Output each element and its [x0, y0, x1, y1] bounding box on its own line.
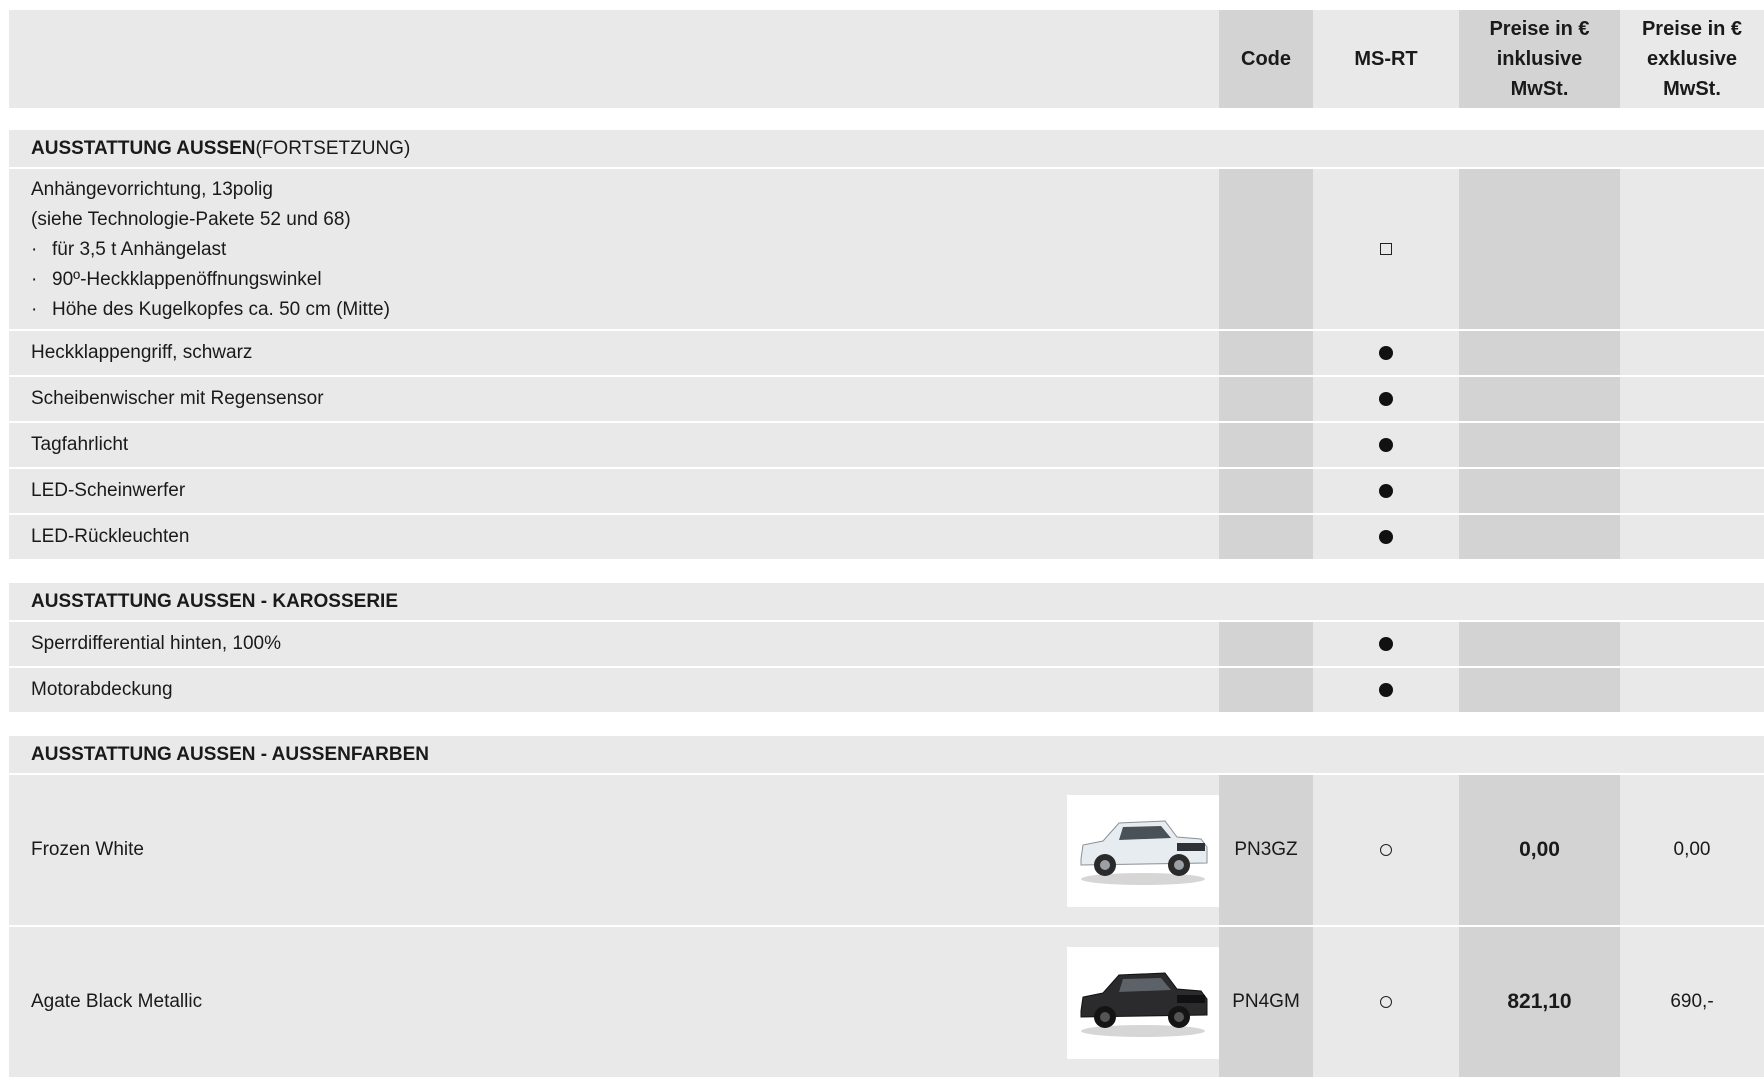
row-label: Tagfahrlicht: [31, 434, 129, 455]
price-inkl-cell: 0,00: [1459, 775, 1620, 925]
price-exkl-cell: 0,00: [1673, 839, 1711, 860]
table-row: Heckklappengriff, schwarz: [9, 331, 1764, 375]
price-exkl-cell: [1620, 331, 1764, 375]
car-image-cell: [1067, 927, 1219, 1077]
header-label-cell: [9, 10, 1219, 108]
price-exkl-cell: [1620, 377, 1764, 421]
section-title-karosserie: AUSSTATTUNG AUSSEN - KAROSSERIE: [9, 583, 1764, 620]
ms-rt-cell: [1313, 668, 1459, 712]
code-cell: [1219, 169, 1313, 329]
ms-rt-cell: [1313, 469, 1459, 513]
price-exkl-cell: [1620, 622, 1764, 666]
table-row: LED-Rückleuchten: [9, 515, 1764, 559]
table-row: Scheibenwischer mit Regensensor: [9, 377, 1764, 421]
price-inkl-cell: 821,10: [1459, 927, 1620, 1077]
row-label-line: Anhängevorrichtung, 13polig: [31, 179, 273, 200]
standard-dot-icon: [1379, 637, 1393, 651]
standard-dot-icon: [1379, 484, 1393, 498]
standard-dot-icon: [1379, 392, 1393, 406]
price-inkl-cell: [1459, 668, 1620, 712]
code-cell: PN3GZ: [1219, 775, 1313, 925]
option-circle-icon: [1380, 844, 1392, 856]
table-row: Tagfahrlicht: [9, 423, 1764, 467]
header-code: Code: [1219, 10, 1313, 108]
color-row-frozen-white: Frozen White PN3GZ 0,00 0,00: [9, 775, 1764, 925]
header-exkl-line1: Preise in €: [1641, 18, 1743, 40]
table-row: LED-Scheinwerfer: [9, 469, 1764, 513]
row-label: LED-Scheinwerfer: [31, 480, 186, 501]
price-inkl-cell: [1459, 622, 1620, 666]
ms-rt-cell: [1313, 622, 1459, 666]
color-name: Agate Black Metallic: [31, 991, 203, 1012]
price-inkl-cell: [1459, 515, 1620, 559]
header-exkl-line2: exklusive: [1646, 48, 1738, 70]
ms-rt-cell: [1313, 515, 1459, 559]
standard-dot-icon: [1379, 683, 1393, 697]
car-thumbnail-icon: [1073, 951, 1213, 1043]
header-inkl-line1: Preise in €: [1489, 18, 1590, 40]
standard-dot-icon: [1379, 530, 1393, 544]
standard-dot-icon: [1379, 438, 1393, 452]
table-header: Code MS-RT Preise in € inklusive MwSt. P…: [9, 10, 1764, 108]
code-cell: [1219, 423, 1313, 467]
price-inkl-cell: [1459, 469, 1620, 513]
code-cell: [1219, 469, 1313, 513]
section-title-bold: AUSSTATTUNG AUSSEN - KAROSSERIE: [31, 590, 399, 612]
code-cell: PN4GM: [1219, 927, 1313, 1077]
price-inkl-cell: [1459, 377, 1620, 421]
price-inkl-cell: [1459, 423, 1620, 467]
row-label: LED-Rückleuchten: [31, 526, 190, 547]
price-exkl-cell: [1620, 668, 1764, 712]
optional-square-icon: [1380, 243, 1392, 255]
table-row: Motorabdeckung: [9, 668, 1764, 712]
code-cell: [1219, 377, 1313, 421]
ms-rt-cell: [1313, 927, 1459, 1077]
bullet-item: 90º-Heckklappenöffnungswinkel: [31, 265, 1219, 295]
header-price-inkl: Preise in € inklusive MwSt.: [1459, 10, 1620, 108]
color-name: Frozen White: [31, 839, 144, 860]
header-exkl-line3: MwSt.: [1663, 78, 1721, 100]
car-thumbnail-icon: [1073, 799, 1213, 891]
row-label: Motorabdeckung: [31, 679, 173, 700]
ms-rt-cell: [1313, 775, 1459, 925]
code-cell: [1219, 668, 1313, 712]
section-title-bold: AUSSTATTUNG AUSSEN - AUSSENFARBEN: [31, 743, 429, 765]
row-label-line: (siehe Technologie-Pakete 52 und 68): [31, 209, 351, 230]
ms-rt-cell: [1313, 331, 1459, 375]
section-title-aussenfarben: AUSSTATTUNG AUSSEN - AUSSENFARBEN: [9, 736, 1764, 773]
code-cell: [1219, 622, 1313, 666]
ms-rt-cell: [1313, 169, 1459, 329]
color-row-agate-black: Agate Black Metallic PN4GM 821,10 690,-: [9, 927, 1764, 1077]
code-cell: [1219, 331, 1313, 375]
row-label: Sperrdifferential hinten, 100%: [31, 633, 281, 654]
header-price-exkl: Preise in € exklusive MwSt.: [1620, 10, 1764, 108]
section-title-suffix: (FORTSETZUNG): [255, 137, 411, 159]
section-title-aussen: AUSSTATTUNG AUSSEN (FORTSETZUNG): [9, 130, 1764, 167]
row-label: Scheibenwischer mit Regensensor: [31, 388, 324, 409]
header-inkl-line2: inklusive: [1496, 48, 1583, 70]
price-exkl-cell: 690,-: [1670, 991, 1714, 1012]
row-label: Heckklappengriff, schwarz: [31, 342, 253, 363]
price-inkl-cell: [1459, 331, 1620, 375]
option-circle-icon: [1380, 996, 1392, 1008]
price-inkl-cell: [1459, 169, 1620, 329]
car-image-cell: [1067, 775, 1219, 925]
standard-dot-icon: [1379, 346, 1393, 360]
code-cell: [1219, 515, 1313, 559]
price-exkl-cell: [1620, 169, 1764, 329]
table-row: Sperrdifferential hinten, 100%: [9, 622, 1764, 666]
row-label: Anhängevorrichtung, 13polig (siehe Techn…: [9, 169, 1219, 329]
ms-rt-cell: [1313, 423, 1459, 467]
price-exkl-cell: [1620, 515, 1764, 559]
header-inkl-line3: MwSt.: [1510, 78, 1569, 100]
price-exkl-cell: [1620, 469, 1764, 513]
price-table: Code MS-RT Preise in € inklusive MwSt. P…: [9, 10, 1764, 1079]
section-title-bold: AUSSTATTUNG AUSSEN: [31, 137, 256, 159]
price-exkl-cell: [1620, 423, 1764, 467]
ms-rt-cell: [1313, 377, 1459, 421]
bullet-item: für 3,5 t Anhängelast: [31, 235, 1219, 265]
table-row-anhaengevorrichtung: Anhängevorrichtung, 13polig (siehe Techn…: [9, 169, 1764, 329]
header-ms-rt: MS-RT: [1354, 48, 1418, 70]
bullet-item: Höhe des Kugelkopfes ca. 50 cm (Mitte): [31, 295, 1219, 325]
